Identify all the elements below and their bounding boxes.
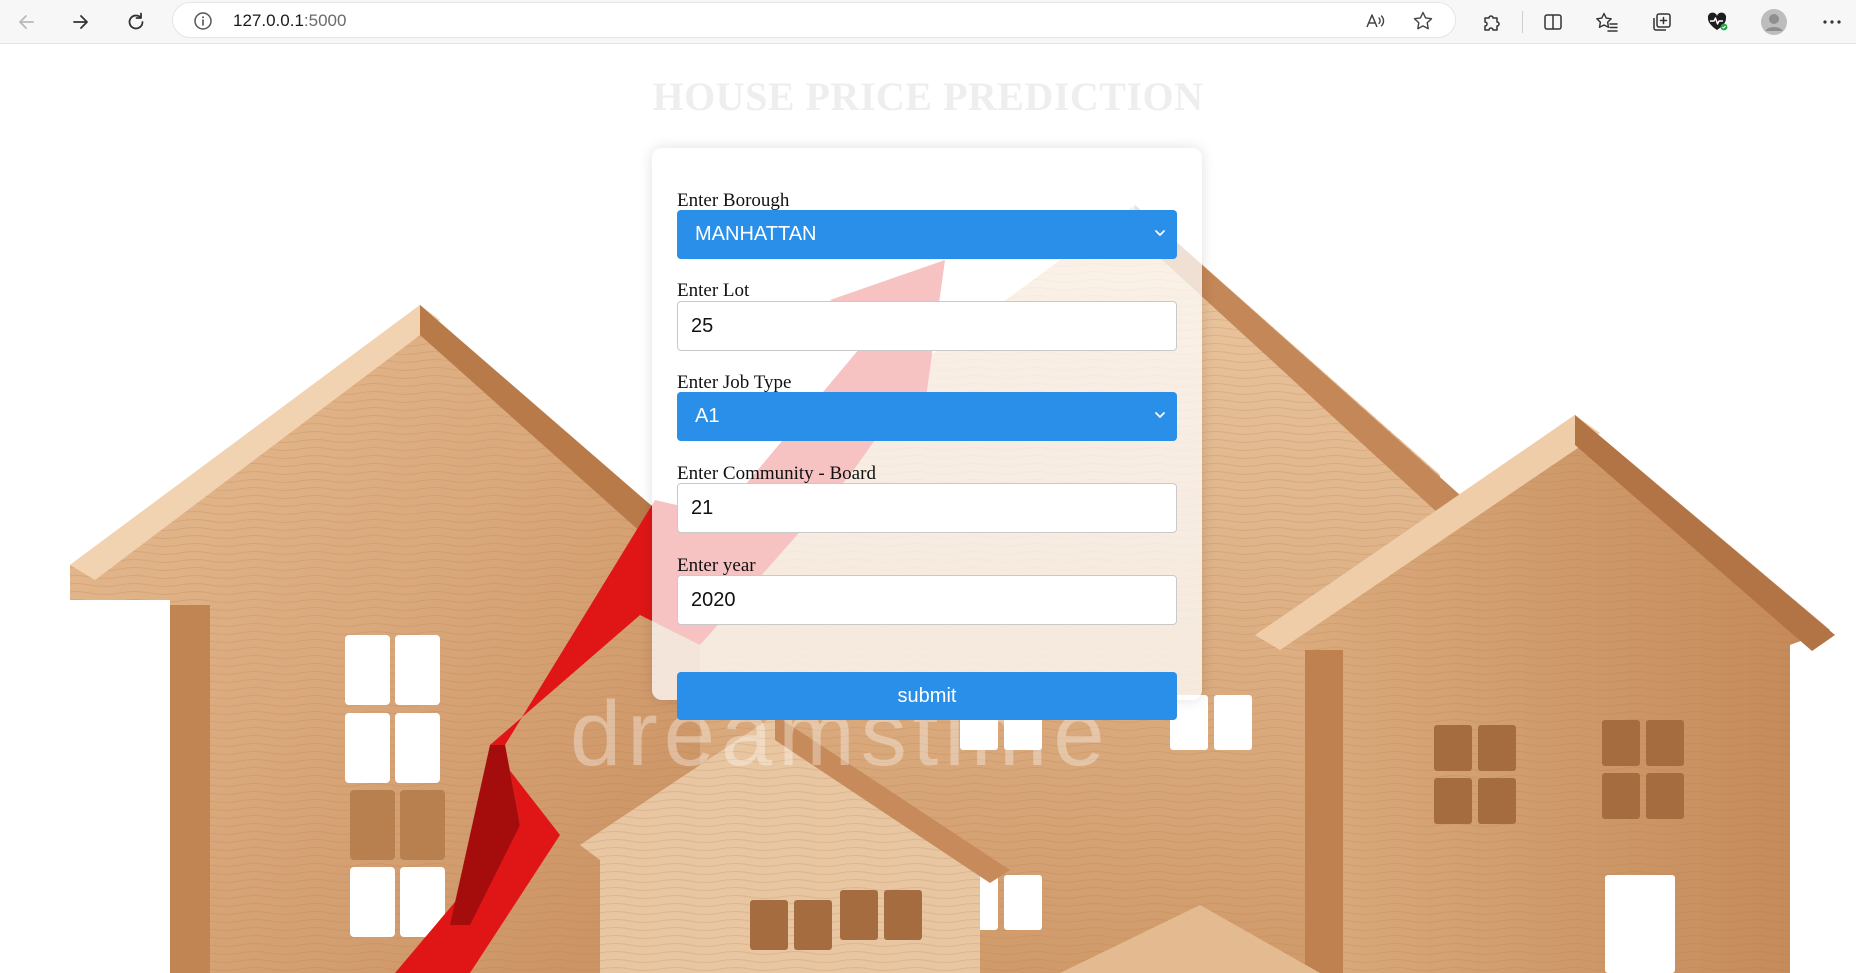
- year-label: Enter year: [677, 555, 756, 576]
- page-title: HOUSE PRICE PREDICTION: [652, 74, 1204, 119]
- star-icon: [1413, 11, 1433, 30]
- add-favorite-button[interactable]: [1411, 9, 1435, 33]
- job-type-label: Enter Job Type: [677, 372, 792, 393]
- reload-button[interactable]: [118, 4, 154, 40]
- community-board-input[interactable]: 21: [677, 483, 1177, 533]
- web-page: dreamstime HOUSE PRICE PREDICTION Enter …: [0, 45, 1856, 973]
- url-host: 127.0.0.1: [233, 11, 304, 30]
- favorites-list-icon: [1596, 12, 1618, 32]
- more-menu-button[interactable]: [1816, 6, 1848, 38]
- collections-button[interactable]: [1646, 6, 1678, 38]
- url-text[interactable]: 127.0.0.1:5000: [233, 11, 346, 31]
- site-info-button[interactable]: [193, 11, 213, 36]
- lot-label: Enter Lot: [677, 280, 750, 301]
- collections-icon: [1653, 13, 1671, 31]
- more-menu-icon: [1823, 20, 1841, 24]
- address-bar[interactable]: 127.0.0.1:5000: [172, 2, 1456, 38]
- profile-avatar-icon: [1761, 9, 1787, 35]
- lot-input[interactable]: 25: [677, 301, 1177, 351]
- community-board-label: Enter Community - Board: [677, 463, 876, 484]
- split-screen-icon: [1544, 14, 1562, 30]
- back-arrow-icon: [19, 15, 34, 29]
- split-screen-button[interactable]: [1537, 6, 1569, 38]
- toolbar-divider: [1522, 11, 1523, 33]
- favorites-button[interactable]: [1591, 6, 1623, 38]
- borough-selected-value: MANHATTAN: [695, 223, 817, 245]
- forward-arrow-icon: [73, 15, 88, 29]
- prediction-form: Enter Borough MANHATTAN Enter Lot 25 Ent…: [652, 148, 1202, 720]
- read-aloud-button[interactable]: [1363, 9, 1387, 33]
- borough-label: Enter Borough: [677, 190, 790, 211]
- read-aloud-icon: [1366, 14, 1385, 28]
- browser-toolbar: 127.0.0.1:5000: [0, 0, 1856, 44]
- heart-pulse-icon: [1707, 12, 1728, 31]
- browser-essentials-button[interactable]: [1701, 6, 1733, 38]
- info-icon: [194, 12, 212, 30]
- borough-select[interactable]: MANHATTAN: [677, 210, 1177, 259]
- job-type-select[interactable]: A1: [677, 392, 1177, 441]
- forward-button[interactable]: [63, 4, 99, 40]
- job-type-selected-value: A1: [695, 405, 720, 427]
- chevron-down-icon: [1155, 230, 1165, 236]
- year-input[interactable]: 2020: [677, 575, 1177, 625]
- url-port: :5000: [303, 11, 347, 30]
- back-button[interactable]: [8, 4, 44, 40]
- puzzle-icon: [1484, 15, 1500, 31]
- profile-button[interactable]: [1758, 6, 1790, 38]
- extensions-button[interactable]: [1476, 6, 1508, 38]
- submit-button[interactable]: submit: [677, 672, 1177, 720]
- chevron-down-icon: [1155, 412, 1165, 418]
- reload-icon: [128, 12, 144, 30]
